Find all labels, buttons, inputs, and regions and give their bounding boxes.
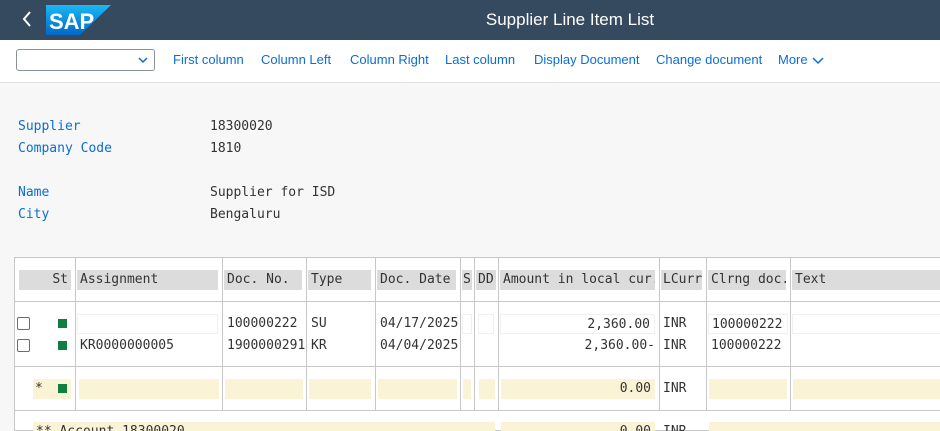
layout-select[interactable] bbox=[16, 49, 155, 71]
shell-header: SAP Supplier Line Item List bbox=[0, 0, 940, 40]
row-2-assignment[interactable]: KR0000000005 bbox=[77, 336, 218, 356]
col-header-assignment[interactable]: Assignment bbox=[77, 270, 218, 290]
column-left-button[interactable]: Column Left bbox=[261, 52, 331, 67]
name-label: Name bbox=[18, 185, 50, 200]
svg-text:SAP: SAP bbox=[49, 9, 94, 34]
row-2-lcurr: INR bbox=[663, 338, 687, 353]
col-header-doc-no[interactable]: Doc. No. bbox=[224, 270, 302, 290]
back-button[interactable] bbox=[16, 8, 38, 30]
col-header-s[interactable]: S bbox=[462, 270, 472, 290]
row-1-lcurr: INR bbox=[663, 316, 687, 331]
page-title: Supplier Line Item List bbox=[485, 10, 655, 29]
name-value: Supplier for ISD bbox=[210, 185, 336, 200]
total-text bbox=[793, 379, 940, 399]
subtotal-label: ** Account 18300020 bbox=[33, 422, 495, 431]
total-amount: 0.00 bbox=[501, 379, 655, 399]
more-label: More bbox=[778, 52, 808, 67]
row-1-text[interactable] bbox=[792, 314, 940, 334]
city-label: City bbox=[18, 207, 50, 222]
subtotal-amount: 0.00 bbox=[501, 422, 655, 431]
row-1-amount[interactable]: 2,360.00 bbox=[500, 314, 655, 334]
col-header-type[interactable]: Type bbox=[308, 270, 371, 290]
row-1-assignment[interactable] bbox=[77, 314, 218, 334]
row-1-doc-date: 04/17/2025 bbox=[380, 316, 459, 331]
more-button[interactable]: More bbox=[778, 52, 824, 67]
supplier-value: 18300020 bbox=[210, 119, 273, 134]
row-1-type: SU bbox=[311, 316, 327, 331]
status-green-icon bbox=[58, 319, 67, 328]
row-1-clrng-doc[interactable]: 100000222 bbox=[708, 314, 788, 334]
last-column-button[interactable]: Last column bbox=[445, 52, 515, 67]
row-2-doc-date: 04/04/2025 bbox=[380, 338, 459, 353]
total-s bbox=[463, 379, 471, 399]
row-2-s bbox=[462, 336, 472, 356]
line-item-table: St Assignment Doc. No. Type Doc. Date S … bbox=[14, 257, 940, 431]
chevron-left-icon bbox=[22, 11, 31, 27]
col-header-clrng-doc[interactable]: Clrng doc. bbox=[708, 270, 786, 290]
company-code-value: 1810 bbox=[210, 141, 242, 156]
status-green-icon bbox=[58, 384, 67, 393]
row-1-s[interactable] bbox=[462, 314, 472, 334]
total-doc-no bbox=[225, 379, 303, 399]
chevron-down-icon bbox=[138, 57, 148, 64]
toolbar: First column Column Left Column Right La… bbox=[0, 40, 940, 83]
first-column-button[interactable]: First column bbox=[173, 52, 244, 67]
total-clrng-doc bbox=[709, 379, 787, 399]
col-header-text[interactable]: Text bbox=[792, 270, 940, 290]
row-2-dd bbox=[478, 336, 494, 356]
row-1-doc-no[interactable]: 100000222 bbox=[224, 314, 304, 334]
sap-logo[interactable]: SAP bbox=[46, 5, 111, 35]
row-select-checkbox[interactable] bbox=[17, 317, 30, 330]
status-green-icon bbox=[58, 341, 67, 350]
total-lcurr: INR bbox=[663, 381, 687, 396]
col-header-status[interactable]: St bbox=[19, 270, 71, 290]
total-dd bbox=[479, 379, 495, 399]
col-header-doc-date[interactable]: Doc. Date bbox=[377, 270, 456, 290]
row-2-doc-no[interactable]: 1900000291 bbox=[224, 336, 306, 356]
column-right-button[interactable]: Column Right bbox=[350, 52, 429, 67]
city-value: Bengaluru bbox=[210, 207, 281, 222]
col-header-amount[interactable]: Amount in local cur. bbox=[500, 270, 655, 290]
subtotal-lcurr: INR bbox=[661, 422, 705, 431]
col-header-lcurr[interactable]: LCurr bbox=[661, 270, 702, 290]
change-document-button[interactable]: Change document bbox=[656, 52, 762, 67]
row-2-type: KR bbox=[311, 338, 327, 353]
total-type bbox=[309, 379, 371, 399]
chevron-down-icon bbox=[812, 57, 824, 64]
subtotal-rest bbox=[709, 422, 940, 431]
total-assignment bbox=[79, 379, 219, 399]
total-doc-date bbox=[378, 379, 457, 399]
row-select-checkbox[interactable] bbox=[17, 339, 30, 352]
row-2-clrng-doc[interactable]: 100000222 bbox=[708, 336, 788, 356]
col-header-dd[interactable]: DD bbox=[476, 270, 496, 290]
display-document-button[interactable]: Display Document bbox=[534, 52, 640, 67]
row-2-amount: 2,360.00- bbox=[584, 338, 655, 353]
row-1-dd[interactable] bbox=[478, 314, 494, 334]
company-code-label: Company Code bbox=[18, 141, 112, 156]
supplier-label: Supplier bbox=[18, 119, 81, 134]
